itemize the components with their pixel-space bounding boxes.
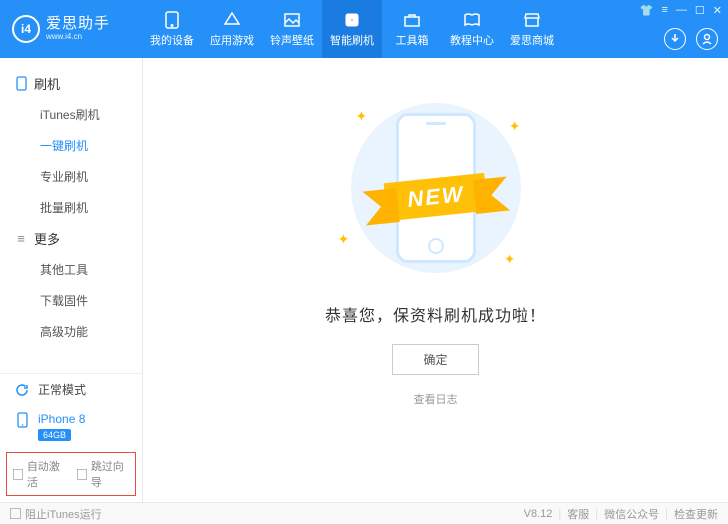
nav-tutorial[interactable]: 教程中心 <box>442 0 502 58</box>
support-link[interactable]: 客服 <box>567 506 589 522</box>
app-title: 爱思助手 <box>46 16 110 33</box>
sidebar-item-batch-flash[interactable]: 批量刷机 <box>0 192 142 223</box>
confirm-button[interactable]: 确定 <box>392 344 478 375</box>
toolbox-icon <box>403 11 421 29</box>
nav-smart-flash[interactable]: 智能刷机 <box>322 0 382 58</box>
download-button[interactable] <box>664 28 686 50</box>
user-button[interactable] <box>696 28 718 50</box>
skip-guide-checkbox[interactable]: 跳过向导 <box>77 458 129 490</box>
minimize-icon[interactable]: ― <box>676 4 687 17</box>
app-header: i4 爱思助手 www.i4.cn 我的设备 应用游戏 铃声壁纸 智能刷机 工具… <box>0 0 728 58</box>
options-highlight-box: 自动激活 跳过向导 <box>6 452 136 496</box>
device-mode[interactable]: 正常模式 <box>0 374 142 405</box>
apps-icon <box>223 11 241 29</box>
device-info[interactable]: iPhone 8 64GB <box>0 405 142 448</box>
nav-my-device[interactable]: 我的设备 <box>142 0 202 58</box>
book-icon <box>463 11 481 29</box>
section-flash[interactable]: 刷机 <box>0 68 142 99</box>
top-nav: 我的设备 应用游戏 铃声壁纸 智能刷机 工具箱 教程中心 爱思商城 <box>142 0 562 58</box>
phone-icon <box>163 11 181 29</box>
flash-icon <box>343 11 361 29</box>
view-log-link[interactable]: 查看日志 <box>414 391 458 407</box>
store-icon <box>523 11 541 29</box>
refresh-icon <box>14 382 30 398</box>
storage-badge: 64GB <box>38 429 71 441</box>
nav-toolbox[interactable]: 工具箱 <box>382 0 442 58</box>
version-label: V8.12 <box>524 508 553 520</box>
nav-ringtone-wallpaper[interactable]: 铃声壁纸 <box>262 0 322 58</box>
picture-icon <box>283 11 301 29</box>
wechat-link[interactable]: 微信公众号 <box>604 506 659 522</box>
sidebar-item-other-tools[interactable]: 其他工具 <box>0 254 142 285</box>
sidebar-item-advanced[interactable]: 高级功能 <box>0 316 142 347</box>
sidebar-item-download-firmware[interactable]: 下载固件 <box>0 285 142 316</box>
skin-icon[interactable]: 👕 <box>640 4 654 17</box>
block-itunes-checkbox[interactable]: 阻止iTunes运行 <box>10 506 102 522</box>
nav-apps-games[interactable]: 应用游戏 <box>202 0 262 58</box>
phone-outline-icon <box>14 76 28 91</box>
sidebar-item-oneclick-flash[interactable]: 一键刷机 <box>0 130 142 161</box>
app-logo: i4 爱思助手 www.i4.cn <box>12 15 142 43</box>
main-content: ✦✦✦✦ NEW 恭喜您，保资料刷机成功啦！ 确定 查看日志 <box>143 58 728 502</box>
window-controls: 👕 ≡ ― ☐ ✕ <box>640 4 722 17</box>
sidebar-item-pro-flash[interactable]: 专业刷机 <box>0 161 142 192</box>
nav-store[interactable]: 爱思商城 <box>502 0 562 58</box>
sidebar-item-itunes-flash[interactable]: iTunes刷机 <box>0 99 142 130</box>
auto-activate-checkbox[interactable]: 自动激活 <box>13 458 65 490</box>
section-more[interactable]: ≡ 更多 <box>0 223 142 254</box>
menu-icon[interactable]: ≡ <box>661 4 667 17</box>
close-icon[interactable]: ✕ <box>713 4 722 17</box>
status-bar: 阻止iTunes运行 V8.12 | 客服 | 微信公众号 | 检查更新 <box>0 502 728 524</box>
device-icon <box>14 412 30 428</box>
app-url: www.i4.cn <box>46 33 110 42</box>
maximize-icon[interactable]: ☐ <box>695 4 705 17</box>
list-icon: ≡ <box>14 231 28 246</box>
success-message: 恭喜您，保资料刷机成功啦！ <box>325 302 546 326</box>
success-illustration: ✦✦✦✦ NEW <box>326 98 546 278</box>
logo-icon: i4 <box>12 15 40 43</box>
sidebar: 刷机 iTunes刷机 一键刷机 专业刷机 批量刷机 ≡ 更多 其他工具 下载固… <box>0 58 143 502</box>
check-update-link[interactable]: 检查更新 <box>674 506 718 522</box>
device-name: iPhone 8 <box>38 412 85 426</box>
